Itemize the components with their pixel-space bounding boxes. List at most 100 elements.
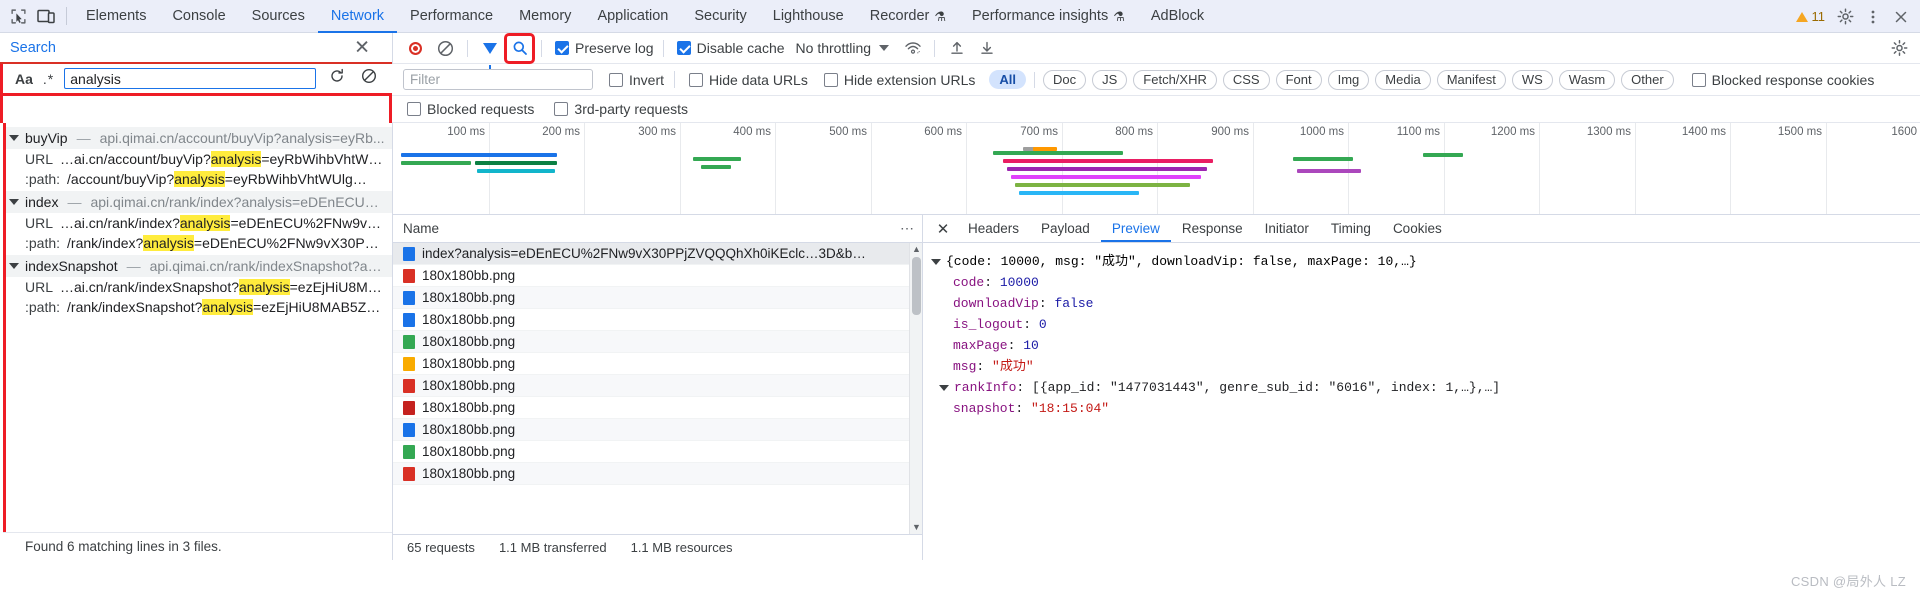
table-row[interactable]: index?analysis=eDEnECU%2FNw9vX30PPjZVQQQ… (393, 243, 922, 265)
tab-elements[interactable]: Elements (73, 0, 159, 33)
request-list-scrollbar[interactable]: ▲ ▼ (909, 243, 922, 534)
third-party-requests-checkbox[interactable]: 3rd-party requests (554, 101, 688, 117)
warning-badge[interactable]: 11 (1791, 8, 1831, 25)
hide-extension-urls-checkbox[interactable]: Hide extension URLs (823, 72, 975, 88)
detail-tab-payload[interactable]: Payload (1030, 215, 1101, 242)
type-chip-wasm[interactable]: Wasm (1558, 69, 1616, 90)
detail-tab-preview[interactable]: Preview (1101, 215, 1171, 242)
tab-sources[interactable]: Sources (239, 0, 318, 33)
search-result-line[interactable]: :path: /account/buyVip?analysis=eyRbWihbV… (3, 169, 392, 189)
hide-data-urls-checkbox[interactable]: Hide data URLs (689, 72, 808, 88)
tab-application[interactable]: Application (584, 0, 681, 33)
table-row[interactable]: 180x180bb.png (393, 331, 922, 353)
search-result-line[interactable]: :path: /rank/index?analysis=eDEnECU%2FNw9… (3, 233, 392, 253)
settings-gear-icon[interactable] (1887, 36, 1912, 61)
refresh-icon[interactable] (326, 68, 348, 89)
table-row[interactable]: 180x180bb.png (393, 397, 922, 419)
type-chip-all[interactable]: All (989, 70, 1026, 89)
tab-memory[interactable]: Memory (506, 0, 584, 33)
overview-tick-line (1826, 123, 1827, 214)
warning-triangle-icon (1795, 11, 1808, 22)
throttling-select[interactable]: No throttling (796, 40, 890, 56)
detail-tab-response[interactable]: Response (1171, 215, 1254, 242)
type-chip-js[interactable]: JS (1092, 69, 1128, 90)
detail-tab-initiator[interactable]: Initiator (1254, 215, 1320, 242)
type-chip-img[interactable]: Img (1327, 69, 1370, 90)
search-result-header[interactable]: indexSnapshot — api.qimai.cn/rank/indexSna… (3, 255, 392, 277)
type-chip-ws[interactable]: WS (1511, 69, 1553, 90)
type-chip-other[interactable]: Other (1621, 69, 1674, 90)
tab-adblock[interactable]: AdBlock (1138, 0, 1217, 33)
table-row[interactable]: 180x180bb.png (393, 419, 922, 441)
preserve-log-checkbox[interactable]: Preserve log (555, 40, 654, 56)
table-row[interactable]: 180x180bb.png (393, 375, 922, 397)
type-chip-fetch-xhr[interactable]: Fetch/XHR (1133, 69, 1217, 90)
record-button[interactable] (403, 36, 428, 61)
tab-lighthouse[interactable]: Lighthouse (760, 0, 857, 33)
column-header-name[interactable]: Name (403, 221, 439, 236)
expand-triangle-icon[interactable] (9, 135, 19, 141)
regex-toggle[interactable]: .* (43, 71, 54, 87)
type-chip-manifest[interactable]: Manifest (1436, 69, 1506, 90)
detail-close-icon[interactable]: ✕ (929, 216, 957, 242)
search-input[interactable] (64, 68, 316, 89)
inspect-element-icon[interactable] (4, 3, 32, 29)
filter-input[interactable] (403, 69, 593, 90)
gear-icon[interactable] (1832, 4, 1858, 30)
table-row[interactable]: 180x180bb.png (393, 441, 922, 463)
search-result-line[interactable]: URL …ai.cn/rank/index?analysis=eDEnECU%2F… (3, 213, 392, 233)
tab-performance-insights[interactable]: Performance insights ⚗ (959, 0, 1138, 33)
table-row[interactable]: 180x180bb.png (393, 309, 922, 331)
network-conditions-icon[interactable] (900, 36, 925, 61)
import-har-icon[interactable] (944, 36, 969, 61)
match-case-toggle[interactable]: Aa (15, 71, 33, 87)
export-har-icon[interactable] (974, 36, 999, 61)
detail-tab-headers[interactable]: Headers (957, 215, 1030, 242)
close-icon[interactable] (1888, 4, 1914, 30)
scrollbar-thumb[interactable] (912, 257, 921, 315)
search-result-line[interactable]: URL …ai.cn/rank/indexSnapshot?analysis=ez… (3, 277, 392, 297)
blocked-response-cookies-checkbox[interactable]: Blocked response cookies (1691, 72, 1874, 88)
column-options-icon[interactable]: ⋯ (900, 220, 914, 237)
detail-tab-cookies[interactable]: Cookies (1382, 215, 1453, 242)
disable-cache-checkbox[interactable]: Disable cache (676, 40, 785, 56)
search-result-header[interactable]: index — api.qimai.cn/rank/index?analysis=e… (3, 191, 392, 213)
search-result-line[interactable]: :path: /rank/indexSnapshot?analysis=ezEjH… (3, 297, 392, 317)
network-overview-timeline[interactable]: 100 ms 200 ms 300 ms 400 ms 500 ms 600 ms 700 … (393, 123, 1920, 215)
tab-console[interactable]: Console (159, 0, 238, 33)
expand-triangle-icon[interactable] (939, 384, 949, 391)
blocked-requests-checkbox[interactable]: Blocked requests (407, 101, 534, 117)
scroll-up-arrow[interactable]: ▲ (912, 244, 921, 255)
expand-triangle-icon[interactable] (9, 199, 19, 205)
blocked-response-cookies-box (1691, 72, 1706, 87)
tab-recorder[interactable]: Recorder ⚗ (857, 0, 959, 33)
table-row[interactable]: 180x180bb.png (393, 265, 922, 287)
device-toolbar-icon[interactable] (32, 3, 60, 29)
scroll-down-arrow[interactable]: ▼ (912, 522, 921, 533)
expand-triangle-icon[interactable] (931, 258, 941, 265)
type-chip-doc[interactable]: Doc (1042, 69, 1087, 90)
more-vertical-icon[interactable] (1860, 4, 1886, 30)
search-close-icon[interactable]: ✕ (354, 38, 370, 57)
type-chip-media[interactable]: Media (1375, 69, 1431, 90)
table-row[interactable]: 180x180bb.png (393, 463, 922, 485)
preview-property-row[interactable]: rankInfo: [{app_id: "1477031443", genre_… (931, 377, 1920, 398)
tab-security[interactable]: Security (681, 0, 759, 33)
search-result-header[interactable]: buyVip — api.qimai.cn/account/buyVip?analy… (3, 127, 392, 149)
type-chip-css[interactable]: CSS (1222, 69, 1270, 90)
tab-performance[interactable]: Performance (397, 0, 506, 33)
preview-summary-row[interactable]: {code: 10000, msg: "成功", downloadVip: fa… (931, 251, 1920, 272)
table-row[interactable]: 180x180bb.png (393, 287, 922, 309)
clear-button[interactable] (433, 36, 458, 61)
search-button[interactable] (504, 32, 535, 64)
detail-tab-timing[interactable]: Timing (1320, 215, 1382, 242)
filter-button[interactable] (477, 36, 502, 69)
type-chip-font[interactable]: Font (1275, 69, 1322, 90)
search-result-line[interactable]: URL …ai.cn/account/buyVip?analysis=eyRbWi… (3, 149, 392, 169)
tab-network[interactable]: Network (318, 0, 397, 33)
clear-search-icon[interactable] (358, 68, 380, 89)
invert-checkbox[interactable]: Invert (609, 72, 664, 88)
toolbar-divider-1 (467, 39, 468, 57)
expand-triangle-icon[interactable] (9, 263, 19, 269)
table-row[interactable]: 180x180bb.png (393, 353, 922, 375)
